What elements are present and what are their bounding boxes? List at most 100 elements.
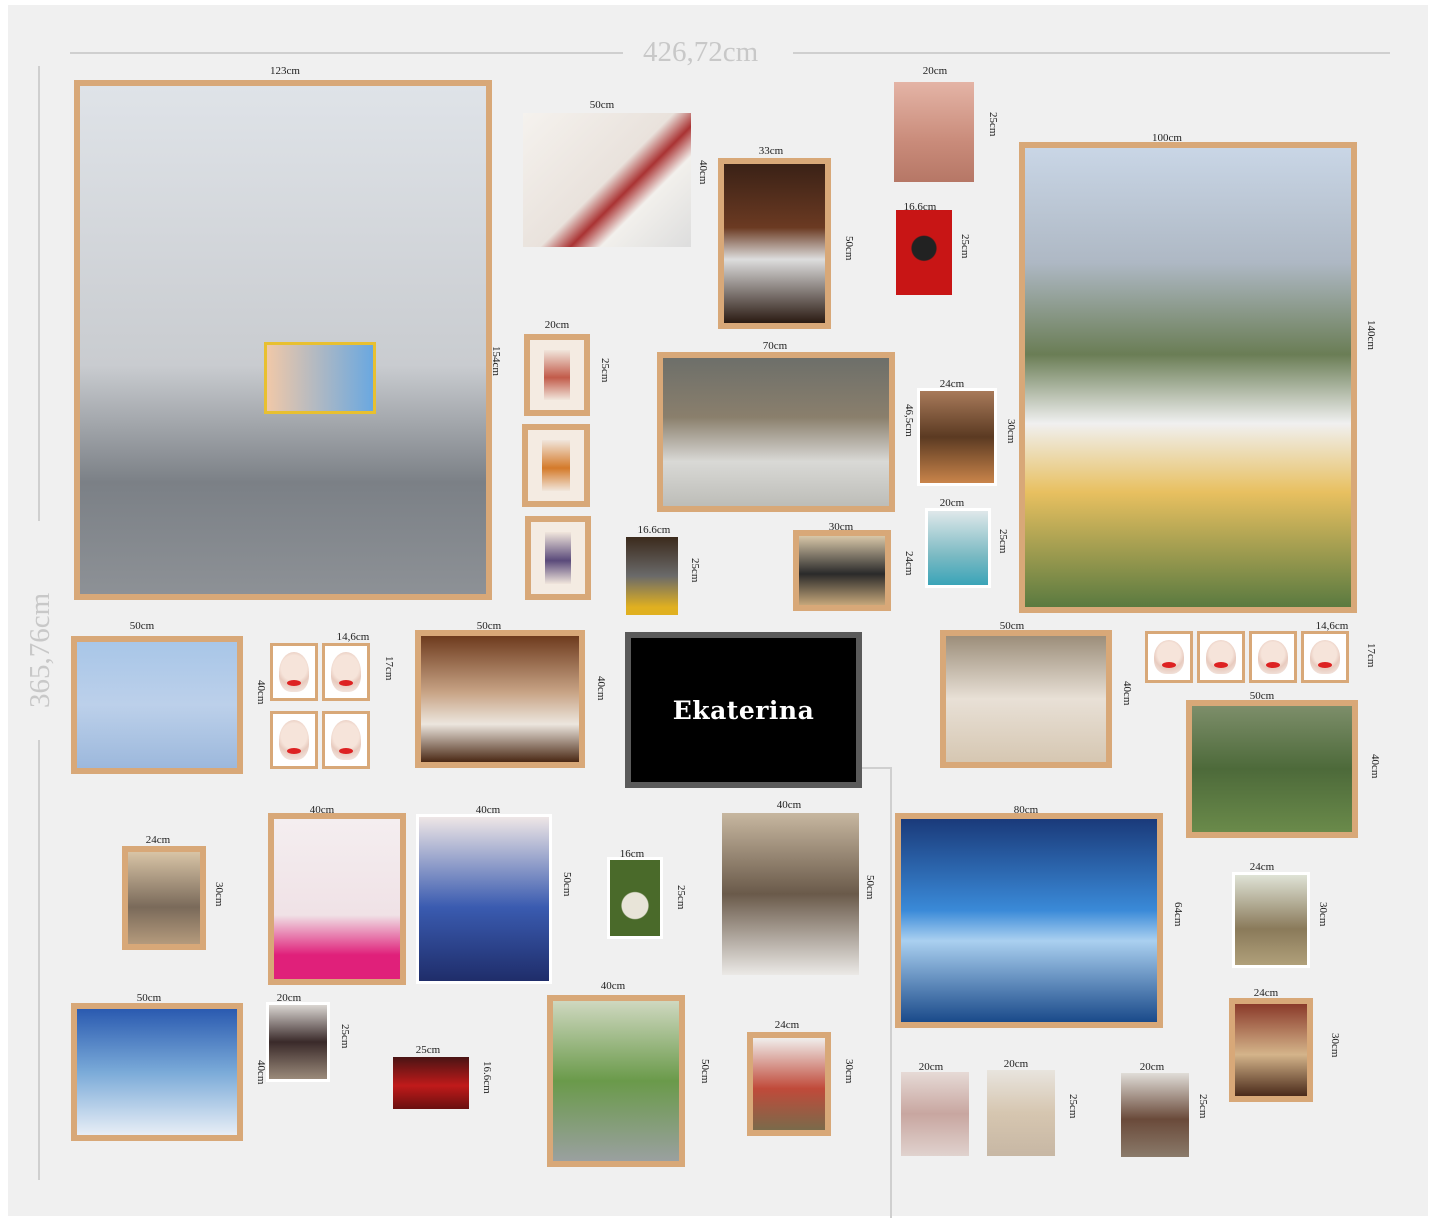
width-label: 16.6cm	[903, 201, 937, 213]
height-label: 40cm	[255, 680, 267, 705]
photo-p01	[74, 80, 492, 600]
title-text: Ekaterina	[672, 695, 815, 725]
width-label: 20cm	[1139, 1061, 1165, 1073]
width-label: 100cm	[1152, 132, 1182, 144]
width-label: 20cm	[939, 497, 965, 509]
photo-p23	[416, 814, 552, 984]
photo-p09	[525, 516, 591, 600]
width-label: 50cm	[999, 620, 1025, 632]
photo-p20	[1186, 700, 1358, 838]
photo-p11	[917, 388, 997, 486]
small-portrait-frame	[270, 643, 318, 701]
small-portrait-frame	[322, 643, 370, 701]
height-label: 40cm	[255, 1060, 267, 1085]
height-label: 30cm	[1317, 902, 1329, 927]
width-label: 40cm	[600, 980, 626, 992]
height-label: 30cm	[213, 882, 225, 907]
height-label: 154cm	[490, 346, 502, 376]
photo-p18	[940, 630, 1112, 768]
small-portrait-frame	[1197, 631, 1245, 683]
width-label: 14,6cm	[1315, 620, 1349, 632]
connector-line-horizontal	[862, 767, 892, 769]
billboard-detail	[264, 342, 376, 414]
height-label: 50cm	[699, 1059, 711, 1084]
small-portrait-frame	[322, 711, 370, 769]
width-label: 50cm	[589, 99, 615, 111]
height-label: 24cm	[903, 551, 915, 576]
height-label: 140cm	[1365, 320, 1377, 350]
width-label: 20cm	[922, 65, 948, 77]
photo-p27	[1232, 872, 1310, 968]
photo-p34	[987, 1070, 1055, 1156]
height-label: 25cm	[959, 234, 971, 259]
width-label: 24cm	[1249, 861, 1275, 873]
small-portrait-frame	[1301, 631, 1349, 683]
height-label: 30cm	[843, 1059, 855, 1084]
photo-p35	[1121, 1073, 1189, 1157]
height-label: 25cm	[675, 885, 687, 910]
height-label: 17cm	[1365, 643, 1377, 668]
photo-p04	[894, 82, 974, 182]
photo-p10	[657, 352, 895, 512]
photo-p13	[626, 537, 678, 615]
small-portrait-frame	[1145, 631, 1193, 683]
height-label: 30cm	[1005, 419, 1017, 444]
photo-p25	[722, 813, 859, 975]
width-label: 50cm	[136, 992, 162, 1004]
width-label: 50cm	[1249, 690, 1275, 702]
photo-p36	[1229, 998, 1313, 1102]
photo-p14	[793, 530, 891, 611]
height-label: 17cm	[383, 656, 395, 681]
width-label: 80cm	[1013, 804, 1039, 816]
photo-p33	[901, 1072, 969, 1156]
height-label: 40cm	[1121, 681, 1133, 706]
height-label: 46,5cm	[903, 404, 915, 437]
width-label: 30cm	[828, 521, 854, 533]
height-label: 25cm	[599, 358, 611, 383]
photo-p24	[607, 857, 663, 939]
height-label: 40cm	[697, 160, 709, 185]
height-label: 50cm	[843, 236, 855, 261]
height-dimension-line-bottom	[38, 740, 40, 1180]
photo-p32	[747, 1032, 831, 1136]
photo-p28	[71, 1003, 243, 1141]
width-label: 70cm	[762, 340, 788, 352]
small-portrait-frame	[1249, 631, 1297, 683]
small-portrait-frame	[270, 711, 318, 769]
title-card: Ekaterina	[625, 632, 862, 788]
small-portrait-group	[1145, 631, 1349, 683]
photo-p15	[71, 636, 243, 774]
width-label: 24cm	[145, 834, 171, 846]
width-label: 24cm	[939, 378, 965, 390]
height-label: 25cm	[689, 558, 701, 583]
height-label: 64cm	[1172, 902, 1184, 927]
width-label: 123cm	[270, 65, 300, 77]
photo-p31	[547, 995, 685, 1167]
width-label: 20cm	[1003, 1058, 1029, 1070]
height-label: 25cm	[339, 1024, 351, 1049]
width-label: 40cm	[475, 804, 501, 816]
height-label: 25cm	[1197, 1094, 1209, 1119]
height-dimension-line-top	[38, 66, 40, 521]
height-label: 50cm	[864, 875, 876, 900]
height-label: 25cm	[997, 529, 1009, 554]
height-label: 25cm	[987, 112, 999, 137]
photo-p22	[268, 813, 406, 985]
height-label: 25cm	[1067, 1094, 1079, 1119]
photo-p12	[925, 508, 991, 588]
photo-p29	[266, 1002, 330, 1082]
width-label: 20cm	[544, 319, 570, 331]
height-dimension-label: 365,76cm	[24, 592, 56, 708]
height-label: 40cm	[595, 676, 607, 701]
photo-p06	[1019, 142, 1357, 613]
width-label: 24cm	[1253, 987, 1279, 999]
photo-p26	[895, 813, 1163, 1028]
width-label: 33cm	[758, 145, 784, 157]
photo-p30	[393, 1057, 469, 1109]
width-dimension-line-left	[70, 52, 623, 54]
height-label: 16.6cm	[481, 1061, 493, 1094]
width-label: 20cm	[918, 1061, 944, 1073]
photo-p17	[415, 630, 585, 768]
connector-line-vertical	[890, 767, 892, 1218]
width-label: 50cm	[476, 620, 502, 632]
